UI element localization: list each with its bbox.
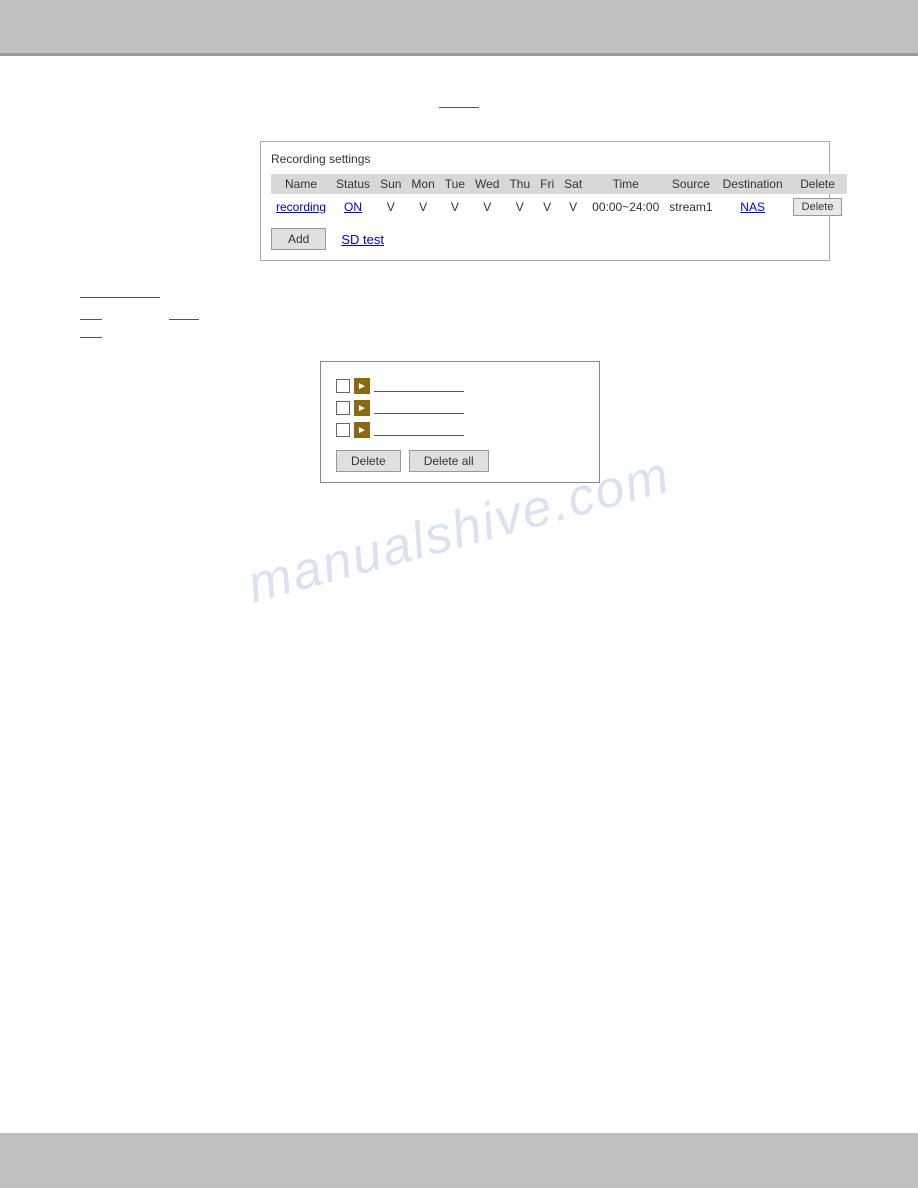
col-time: Time	[587, 174, 664, 194]
recording-table: Name Status Sun Mon Tue Wed Thu Fri Sat …	[271, 174, 847, 220]
cell-sun: V	[375, 194, 406, 220]
top-separator	[0, 55, 918, 56]
cell-name: recording	[271, 194, 331, 220]
col-sun: Sun	[375, 174, 406, 194]
cell-sat: V	[559, 194, 587, 220]
file-arrow-icon-1: ►	[354, 378, 370, 394]
top-decoration-line	[439, 107, 479, 108]
col-destination: Destination	[718, 174, 788, 194]
file-panel-buttons: Delete Delete all	[336, 450, 584, 472]
file-name-2	[374, 402, 464, 414]
text-line-1	[80, 297, 160, 298]
file-checkbox-2[interactable]	[336, 401, 350, 415]
file-name-3	[374, 424, 464, 436]
cell-source: stream1	[664, 194, 717, 220]
delete-button[interactable]: Delete	[336, 450, 401, 472]
file-arrow-icon-2: ►	[354, 400, 370, 416]
cell-wed: V	[470, 194, 504, 220]
file-checkbox-1[interactable]	[336, 379, 350, 393]
text-row-2	[80, 309, 878, 323]
delete-all-button[interactable]: Delete all	[409, 450, 489, 472]
recording-status-link[interactable]: ON	[344, 200, 362, 214]
header-bar	[0, 0, 918, 55]
recording-settings-title: Recording settings	[271, 152, 819, 166]
col-thu: Thu	[504, 174, 535, 194]
cell-fri: V	[535, 194, 559, 220]
col-mon: Mon	[406, 174, 439, 194]
text-line-3	[169, 319, 199, 320]
add-button[interactable]: Add	[271, 228, 326, 250]
table-row: recording ON V V V V V V V 00:00~24:00 s…	[271, 194, 847, 220]
file-row-3: ►	[336, 422, 584, 438]
file-row-2: ►	[336, 400, 584, 416]
file-checkbox-3[interactable]	[336, 423, 350, 437]
main-content: Recording settings Name Status Sun Mon T…	[0, 76, 918, 1154]
recording-name-link[interactable]: recording	[276, 200, 326, 214]
delete-row-button[interactable]: Delete	[793, 198, 843, 216]
file-panel: ► ► ► Delete Delete all	[320, 361, 600, 483]
col-name: Name	[271, 174, 331, 194]
recording-settings-panel: Recording settings Name Status Sun Mon T…	[260, 141, 830, 261]
cell-mon: V	[406, 194, 439, 220]
cell-tue: V	[440, 194, 470, 220]
sd-test-link[interactable]: SD test	[341, 232, 384, 247]
text-line-2	[80, 319, 102, 320]
col-tue: Tue	[440, 174, 470, 194]
panel-footer: Add SD test	[271, 228, 819, 250]
text-line-4	[80, 337, 102, 338]
col-source: Source	[664, 174, 717, 194]
cell-thu: V	[504, 194, 535, 220]
cell-destination: NAS	[718, 194, 788, 220]
col-fri: Fri	[535, 174, 559, 194]
cell-time: 00:00~24:00	[587, 194, 664, 220]
file-arrow-icon-3: ►	[354, 422, 370, 438]
text-row-3	[80, 327, 878, 341]
table-header-row: Name Status Sun Mon Tue Wed Thu Fri Sat …	[271, 174, 847, 194]
footer-bar	[0, 1133, 918, 1188]
col-wed: Wed	[470, 174, 504, 194]
cell-status: ON	[331, 194, 375, 220]
file-row-1: ►	[336, 378, 584, 394]
text-row-1	[80, 291, 878, 305]
col-status: Status	[331, 174, 375, 194]
file-name-1	[374, 380, 464, 392]
destination-link[interactable]: NAS	[740, 200, 765, 214]
col-delete: Delete	[788, 174, 848, 194]
cell-delete-btn: Delete	[788, 194, 848, 220]
col-sat: Sat	[559, 174, 587, 194]
text-section	[80, 291, 878, 341]
